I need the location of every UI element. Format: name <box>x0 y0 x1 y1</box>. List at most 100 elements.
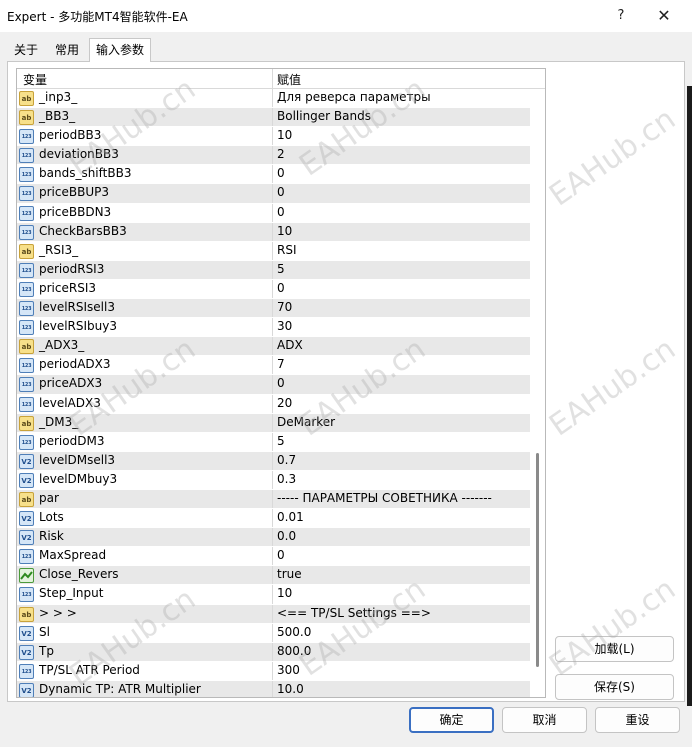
parameter-value[interactable]: Для реверса параметры <box>277 90 431 104</box>
tab-inputs[interactable]: 输入参数 <box>89 38 152 62</box>
table-row[interactable]: ab _DM3_ DeMarker <box>17 413 530 433</box>
table-row[interactable]: V2 levelDMbuy3 0.3 <box>17 470 530 490</box>
table-row[interactable]: V2 Tp 800.0 <box>17 642 530 662</box>
parameter-value[interactable]: 5 <box>277 434 285 448</box>
parameter-name: priceADX3 <box>39 376 103 391</box>
parameter-value[interactable]: Bollinger Bands <box>277 109 371 123</box>
table-row[interactable]: ab > > > <== TP/SL Settings ==> <box>17 604 530 624</box>
parameter-value[interactable]: 800.0 <box>277 644 311 658</box>
parameter-value[interactable]: 7 <box>277 357 285 371</box>
parameter-value[interactable]: true <box>277 567 302 581</box>
table-row[interactable]: ab _ADX3_ ADX <box>17 337 530 357</box>
column-divider <box>272 241 273 260</box>
parameters-grid[interactable]: 变量 赋值 ab _inp3_ Для реверса параметры ab _BB… <box>16 68 546 698</box>
parameter-value[interactable]: 0 <box>277 281 285 295</box>
table-row[interactable]: V2 Risk 0.0 <box>17 528 530 548</box>
column-header-variable[interactable]: 变量 <box>23 71 47 88</box>
table-row[interactable]: 123 priceBBDN3 0 <box>17 203 530 223</box>
table-row[interactable]: ab par ----- ПАРАМЕТРЫ СОВЕТНИКА ------- <box>17 489 530 510</box>
parameter-name: levelADX3 <box>39 395 101 410</box>
parameter-value[interactable]: DeMarker <box>277 415 335 429</box>
table-row[interactable]: 123 CheckBarsBB3 10 <box>17 222 530 242</box>
tab-about[interactable]: 关于 <box>8 40 44 61</box>
parameter-name: Tp <box>39 643 54 658</box>
table-row[interactable]: 123 priceBBUP3 0 <box>17 184 530 204</box>
parameter-value[interactable]: 0.01 <box>277 510 304 524</box>
parameter-value[interactable]: 500.0 <box>277 625 311 639</box>
integer-type-icon: 123 <box>19 129 34 145</box>
integer-type-icon: 123 <box>19 434 34 450</box>
close-button[interactable]: ✕ <box>650 4 678 28</box>
parameter-value[interactable]: RSI <box>277 243 297 257</box>
parameter-value[interactable]: 0.0 <box>277 529 296 543</box>
column-divider <box>272 260 273 279</box>
parameter-value[interactable]: ----- ПАРАМЕТРЫ СОВЕТНИКА ------- <box>277 491 492 505</box>
ok-button[interactable]: 确定 <box>409 707 494 733</box>
table-row[interactable]: 123 priceRSI3 0 <box>17 279 530 300</box>
parameter-value[interactable]: 0 <box>277 185 285 199</box>
reset-button[interactable]: 重设 <box>595 707 680 733</box>
tab-common[interactable]: 常用 <box>49 40 85 61</box>
table-row[interactable]: 123 periodRSI3 5 <box>17 260 530 280</box>
parameter-value[interactable]: 10 <box>277 586 292 600</box>
parameter-value[interactable]: 0 <box>277 205 285 219</box>
table-row[interactable]: V2 levelDMsell3 0.7 <box>17 451 530 471</box>
table-row[interactable]: V2 Lots 0.01 <box>17 509 530 529</box>
parameter-value[interactable]: 0.3 <box>277 472 296 486</box>
string-type-icon: ab <box>19 91 34 106</box>
column-divider[interactable] <box>272 69 273 89</box>
parameter-value[interactable]: <== TP/SL Settings ==> <box>277 606 431 620</box>
column-divider <box>272 661 273 680</box>
table-row[interactable]: 123 TP/SL ATR Period 300 <box>17 661 530 681</box>
parameter-value[interactable]: 10 <box>277 224 292 238</box>
parameter-value[interactable]: 2 <box>277 147 285 161</box>
table-row[interactable]: V2 Sl 500.0 <box>17 623 530 643</box>
table-row[interactable]: 123 levelADX3 20 <box>17 394 530 414</box>
vertical-scrollbar[interactable] <box>531 89 545 697</box>
cancel-button[interactable]: 取消 <box>502 707 587 733</box>
table-row[interactable]: Close_Revers true <box>17 566 530 586</box>
load-button[interactable]: 加载(L) <box>555 636 674 662</box>
parameter-value[interactable]: 10 <box>277 128 292 142</box>
table-row[interactable]: ab _inp3_ Для реверса параметры <box>17 89 530 109</box>
parameter-value[interactable]: 0.7 <box>277 453 296 467</box>
table-row[interactable]: ab _BB3_ Bollinger Bands <box>17 108 530 128</box>
table-row[interactable]: 123 levelRSIsell3 70 <box>17 299 530 319</box>
string-type-icon: ab <box>19 606 34 622</box>
background-window-edge <box>687 86 692 706</box>
save-button[interactable]: 保存(S) <box>555 674 674 700</box>
table-row[interactable]: 123 deviationBB3 2 <box>17 146 530 166</box>
table-row[interactable]: 123 periodDM3 5 <box>17 432 530 452</box>
table-row[interactable]: 123 priceADX3 0 <box>17 375 530 395</box>
parameter-value[interactable]: 300 <box>277 663 300 677</box>
parameter-value[interactable]: 0 <box>277 376 285 390</box>
parameter-value[interactable]: 0 <box>277 166 285 180</box>
table-row[interactable]: 123 MaxSpread 0 <box>17 547 530 567</box>
table-row[interactable]: V2 Dynamic TP: ATR Multiplier 10.0 <box>17 680 530 697</box>
table-row[interactable]: 123 bands_shiftBB3 0 <box>17 165 530 185</box>
parameter-name: Dynamic TP: ATR Multiplier <box>39 681 201 696</box>
string-type-icon: ab <box>19 339 34 355</box>
parameter-name: periodDM3 <box>39 433 105 448</box>
parameter-value[interactable]: 5 <box>277 262 285 276</box>
table-row[interactable]: 123 periodADX3 7 <box>17 356 530 376</box>
parameter-value[interactable]: ADX <box>277 338 303 352</box>
integer-type-icon: 123 <box>19 224 34 240</box>
parameter-value[interactable]: 0 <box>277 548 285 562</box>
column-divider <box>272 184 273 203</box>
scrollbar-thumb[interactable] <box>536 453 539 667</box>
table-row[interactable]: 123 levelRSIbuy3 30 <box>17 318 530 338</box>
parameter-name: par <box>39 490 59 505</box>
parameter-value[interactable]: 10.0 <box>277 682 304 696</box>
parameter-value[interactable]: 30 <box>277 319 292 333</box>
table-row[interactable]: 123 periodBB3 10 <box>17 127 530 147</box>
parameter-value[interactable]: 20 <box>277 396 292 410</box>
string-type-icon: ab <box>19 110 34 126</box>
help-button[interactable]: ? <box>607 4 635 28</box>
integer-type-icon: 123 <box>19 587 34 603</box>
table-row[interactable]: ab _RSI3_ RSI <box>17 241 530 261</box>
parameter-value[interactable]: 70 <box>277 300 292 314</box>
column-header-value[interactable]: 赋值 <box>277 71 301 88</box>
parameter-name: Step_Input <box>39 586 104 601</box>
table-row[interactable]: 123 Step_Input 10 <box>17 585 530 605</box>
